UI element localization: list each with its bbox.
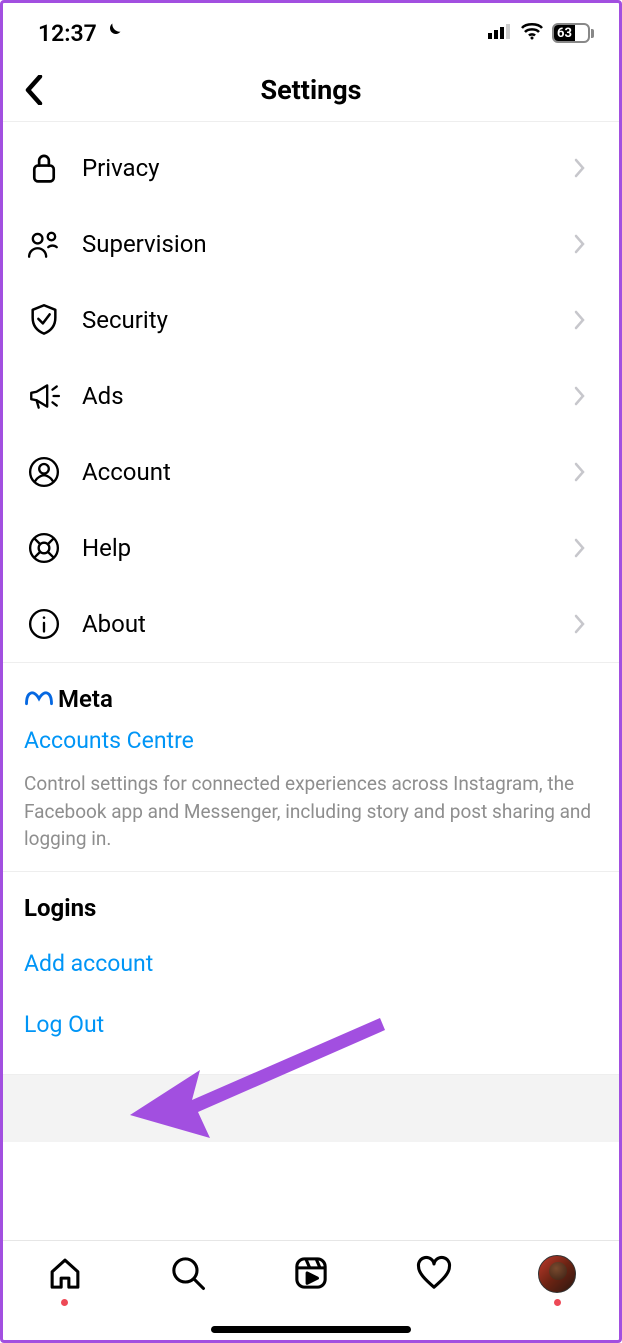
chevron-right-icon [574, 310, 598, 330]
shield-icon [24, 300, 64, 340]
accounts-centre-link[interactable]: Accounts Centre [24, 727, 598, 754]
meta-brand: Meta [24, 685, 598, 713]
settings-item-ads[interactable]: Ads [0, 358, 622, 434]
meta-section: Meta Accounts Centre Control settings fo… [0, 662, 622, 872]
nav-header: Settings [0, 58, 622, 122]
meta-description: Control settings for connected experienc… [24, 770, 598, 853]
chevron-right-icon [574, 538, 598, 558]
settings-item-label: About [64, 610, 574, 638]
dnd-moon-icon [103, 20, 123, 47]
notification-dot [61, 1299, 68, 1306]
settings-item-label: Account [64, 458, 574, 486]
settings-item-account[interactable]: Account [0, 434, 622, 510]
page-title: Settings [260, 74, 361, 106]
profile-avatar [538, 1255, 576, 1293]
add-account-button[interactable]: Add account [24, 950, 598, 977]
tab-bar [3, 1240, 619, 1340]
tab-reels[interactable] [283, 1255, 339, 1295]
chevron-right-icon [574, 614, 598, 634]
tab-search[interactable] [160, 1255, 216, 1295]
settings-item-label: Ads [64, 382, 574, 410]
search-icon [170, 1255, 206, 1295]
log-out-button[interactable]: Log Out [24, 1011, 598, 1038]
supervision-icon [24, 224, 64, 264]
chevron-right-icon [574, 234, 598, 254]
settings-item-label: Security [64, 306, 574, 334]
wifi-icon [520, 22, 544, 44]
meta-logo-icon [24, 685, 54, 713]
status-indicators: 63 [488, 22, 594, 44]
tab-activity[interactable] [406, 1255, 462, 1295]
settings-item-label: Supervision [64, 230, 574, 258]
chevron-right-icon [574, 386, 598, 406]
meta-brand-text: Meta [58, 685, 113, 713]
footer-gap [0, 1074, 622, 1142]
home-icon [47, 1255, 83, 1295]
heart-icon [416, 1255, 452, 1295]
info-icon [24, 604, 64, 644]
chevron-right-icon [574, 158, 598, 178]
status-time: 12:37 [38, 20, 123, 47]
settings-item-security[interactable]: Security [0, 282, 622, 358]
battery-icon: 63 [552, 23, 594, 43]
status-bar: 12:37 63 [0, 0, 622, 58]
tab-home[interactable] [37, 1255, 93, 1295]
settings-item-label: Privacy [64, 154, 574, 182]
chevron-right-icon [574, 462, 598, 482]
notification-dot [554, 1299, 561, 1306]
settings-item-supervision[interactable]: Supervision [0, 206, 622, 282]
battery-percent: 63 [554, 26, 572, 41]
lock-icon [24, 148, 64, 188]
lifebuoy-icon [24, 528, 64, 568]
settings-item-about[interactable]: About [0, 586, 622, 662]
reels-icon [293, 1255, 329, 1295]
logins-heading: Logins [24, 894, 598, 922]
tab-profile[interactable] [529, 1255, 585, 1293]
time-value: 12:37 [38, 20, 97, 47]
settings-item-privacy[interactable]: Privacy [0, 130, 622, 206]
megaphone-icon [24, 376, 64, 416]
home-indicator [211, 1326, 411, 1333]
cellular-signal-icon [488, 23, 512, 43]
settings-list: Privacy Supervision Security Ads [0, 122, 622, 662]
account-icon [24, 452, 64, 492]
settings-item-label: Help [64, 534, 574, 562]
settings-item-help[interactable]: Help [0, 510, 622, 586]
back-button[interactable] [14, 70, 54, 110]
logins-section: Logins Add account Log Out [0, 872, 622, 1050]
